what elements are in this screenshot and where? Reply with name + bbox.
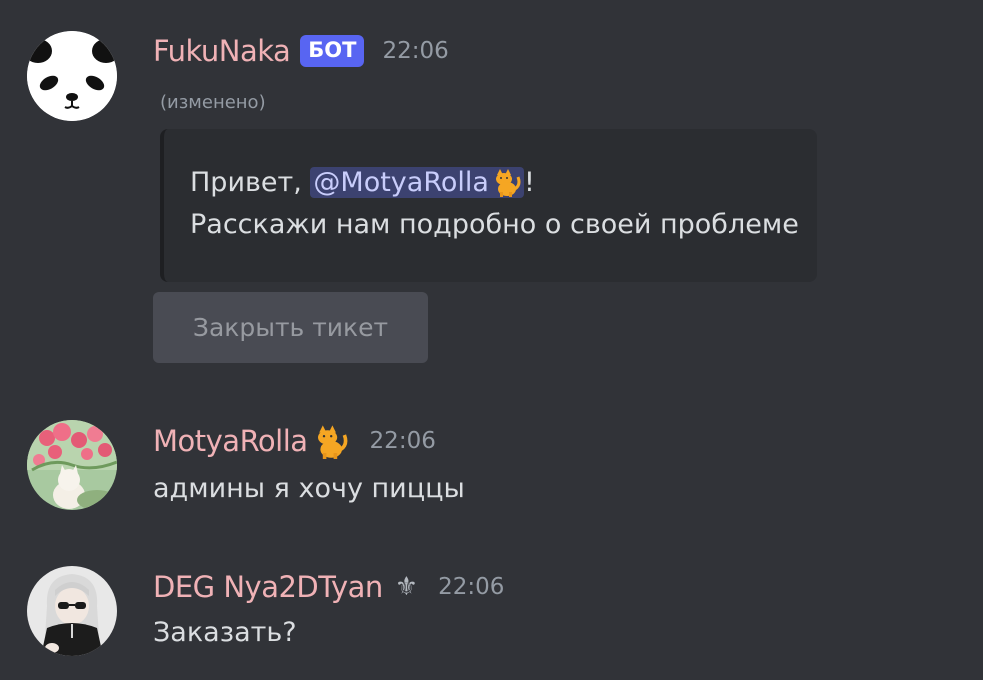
user-mention[interactable]: @MotyaRolla [310, 167, 524, 198]
avatar[interactable] [27, 31, 117, 121]
embed: Привет, @MotyaRolla ! Расскажи нам подро… [160, 129, 817, 282]
embed-text-line: Расскажи нам подробно о своей проблеме [190, 209, 799, 240]
message-nya2dtyan: DEG Nya2DTyan ⚜ 22:06 Заказать? [0, 550, 983, 680]
avatar[interactable] [27, 566, 117, 656]
message-text: Заказать? [153, 617, 297, 648]
greeting-text: Привет, [190, 167, 311, 198]
message-header: MotyaRolla 22:06 [153, 420, 436, 462]
timestamp[interactable]: 22:06 [438, 574, 504, 600]
message-header: FukuNaka БОТ 22:06 [153, 30, 449, 72]
embed-greeting-line: Привет, @MotyaRolla ! [190, 167, 535, 198]
message-header: DEG Nya2DTyan ⚜ 22:06 [153, 566, 504, 608]
panda-face-icon [27, 31, 117, 121]
avatar[interactable] [27, 420, 117, 510]
mention-text: @MotyaRolla [313, 167, 489, 198]
username[interactable]: MotyaRolla [153, 424, 308, 458]
edited-label: (изменено) [160, 92, 266, 113]
fleur-de-lis-icon: ⚜ [394, 572, 419, 602]
message-fukunaka: FukuNaka БОТ 22:06 (изменено) Привет, @M… [0, 0, 983, 380]
username[interactable]: FukuNaka [153, 34, 291, 68]
message-motyarolla: MotyaRolla 22:06 админы я хочу пиццы [0, 400, 983, 530]
greeting-end-text: ! [523, 167, 535, 198]
close-ticket-button[interactable]: Закрыть тикет [153, 292, 428, 363]
cat-emoji-icon [317, 425, 347, 459]
anime-girl-avatar [27, 566, 117, 656]
cat-emoji-icon [495, 168, 521, 197]
bot-badge: БОТ [300, 35, 365, 67]
timestamp[interactable]: 22:06 [370, 428, 436, 454]
timestamp[interactable]: 22:06 [382, 38, 448, 64]
username[interactable]: DEG Nya2DTyan [153, 570, 383, 604]
cat-with-flowers-avatar [27, 420, 117, 510]
message-text: админы я хочу пиццы [153, 473, 465, 504]
